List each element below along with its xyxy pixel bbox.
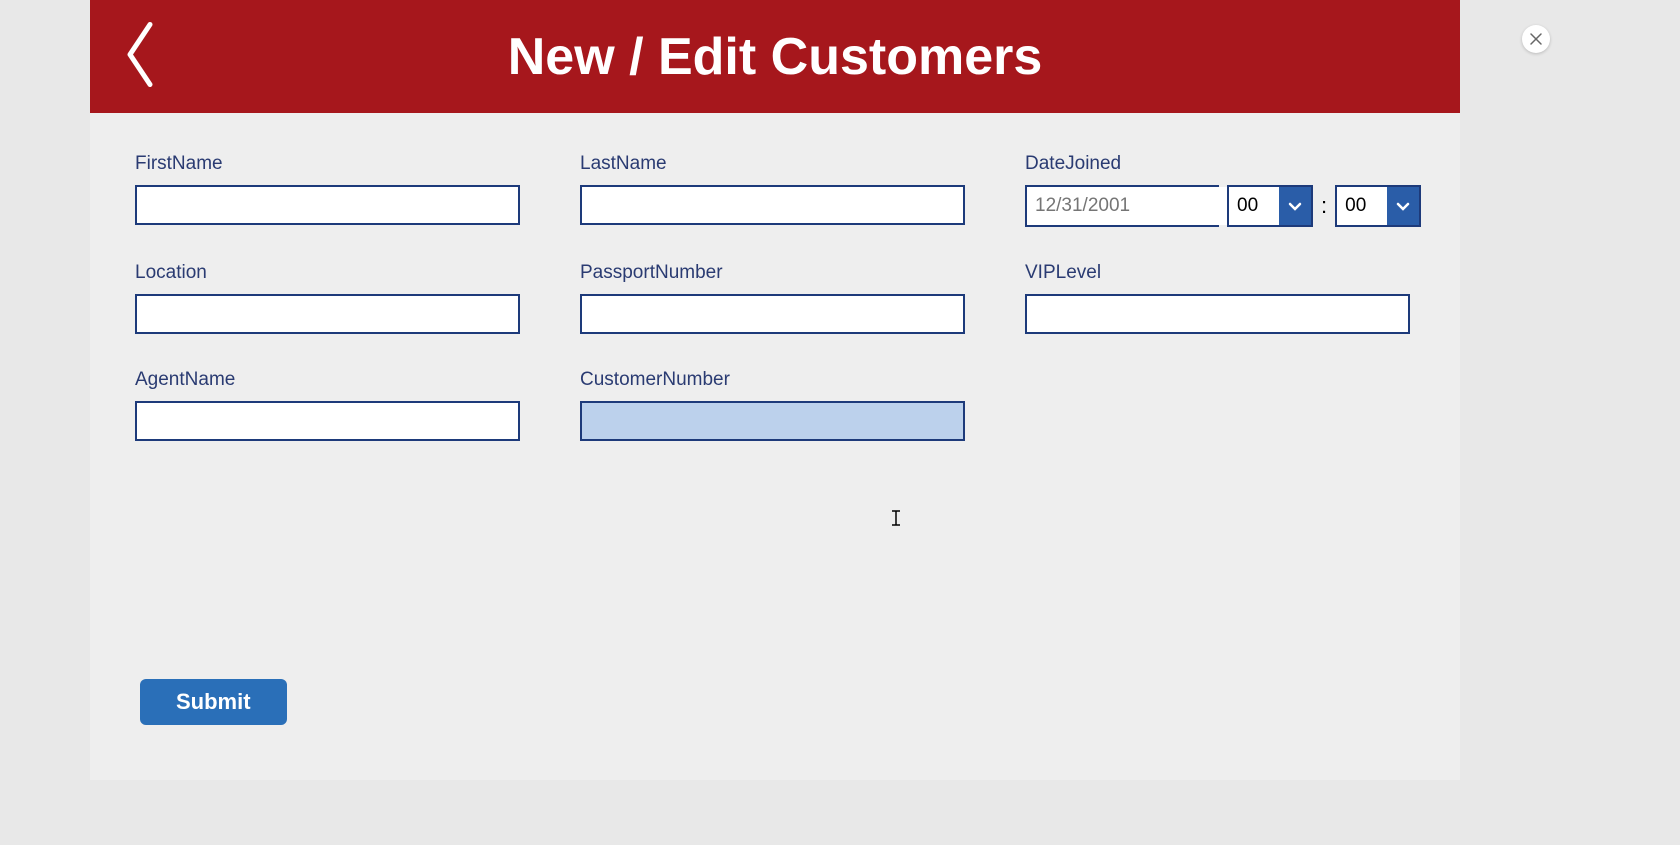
label-location: Location (135, 262, 520, 284)
field-lastname: LastName (580, 153, 965, 227)
input-firstname[interactable] (135, 185, 520, 225)
modal-header: New / Edit Customers (90, 0, 1460, 113)
close-icon[interactable] (1522, 25, 1550, 53)
text-cursor-icon (890, 508, 902, 528)
form-row-2: Location PassportNumber VIPLevel (135, 262, 1415, 334)
chevron-down-icon[interactable] (1387, 187, 1419, 225)
input-agentname[interactable] (135, 401, 520, 441)
form-row-1: FirstName LastName DateJoined (135, 153, 1415, 227)
back-icon[interactable] (120, 19, 160, 94)
input-viplevel[interactable] (1025, 294, 1410, 334)
label-viplevel: VIPLevel (1025, 262, 1410, 284)
hour-select: 00 (1227, 185, 1313, 227)
minute-select: 00 (1335, 185, 1421, 227)
customer-form-modal: New / Edit Customers FirstName LastName … (90, 0, 1460, 780)
field-datejoined: DateJoined (1025, 153, 1421, 227)
page-title: New / Edit Customers (90, 27, 1460, 87)
input-passportnumber[interactable] (580, 294, 965, 334)
form-row-3: AgentName CustomerNumber (135, 369, 1415, 441)
field-agentname: AgentName (135, 369, 520, 441)
field-firstname: FirstName (135, 153, 520, 227)
chevron-down-icon[interactable] (1279, 187, 1311, 225)
date-input-wrapper (1025, 185, 1219, 227)
input-customernumber[interactable] (580, 401, 965, 441)
label-agentname: AgentName (135, 369, 520, 391)
field-passportnumber: PassportNumber (580, 262, 965, 334)
field-customernumber: CustomerNumber (580, 369, 965, 441)
datetime-group: 00 : 00 (1025, 185, 1421, 227)
field-viplevel: VIPLevel (1025, 262, 1410, 334)
submit-button[interactable]: Submit (140, 679, 287, 725)
label-datejoined: DateJoined (1025, 153, 1421, 175)
input-lastname[interactable] (580, 185, 965, 225)
time-separator: : (1321, 193, 1327, 219)
field-location: Location (135, 262, 520, 334)
hour-value[interactable]: 00 (1229, 187, 1279, 225)
label-lastname: LastName (580, 153, 965, 175)
form-body: FirstName LastName DateJoined (90, 113, 1460, 780)
minute-value[interactable]: 00 (1337, 187, 1387, 225)
label-firstname: FirstName (135, 153, 520, 175)
input-location[interactable] (135, 294, 520, 334)
submit-row: Submit (140, 679, 287, 725)
label-customernumber: CustomerNumber (580, 369, 965, 391)
label-passportnumber: PassportNumber (580, 262, 965, 284)
